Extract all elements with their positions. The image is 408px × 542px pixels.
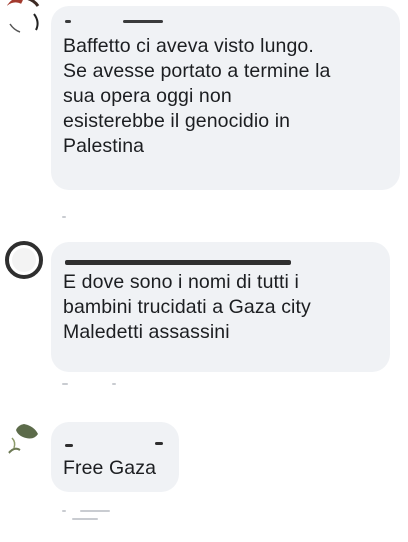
comment-text: Baffetto ci aveva visto lungo. Se avesse… (63, 35, 331, 157)
author-name-redacted[interactable] (63, 250, 378, 266)
author-name-redacted[interactable] (63, 430, 167, 447)
avatar[interactable] (4, 240, 44, 280)
comment-actions-redacted (62, 379, 122, 387)
avatar[interactable] (4, 0, 44, 36)
comment-bubble[interactable]: Baffetto ci aveva visto lungo. Se avesse… (51, 6, 400, 190)
avatar[interactable] (4, 420, 44, 460)
avatar-image (4, 240, 44, 280)
author-name-redacted[interactable] (63, 14, 388, 30)
comment-bubble[interactable]: Free Gaza (51, 422, 179, 492)
comment-actions-redacted (62, 508, 132, 520)
comment-actions-redacted (62, 212, 102, 220)
avatar-image (4, 0, 44, 36)
comment-bubble[interactable]: E dove sono i nomi di tutti i bambini tr… (51, 242, 390, 372)
comment-text: E dove sono i nomi di tutti i bambini tr… (63, 271, 311, 343)
comment-text: Free Gaza (63, 457, 157, 479)
avatar-image (4, 420, 44, 460)
